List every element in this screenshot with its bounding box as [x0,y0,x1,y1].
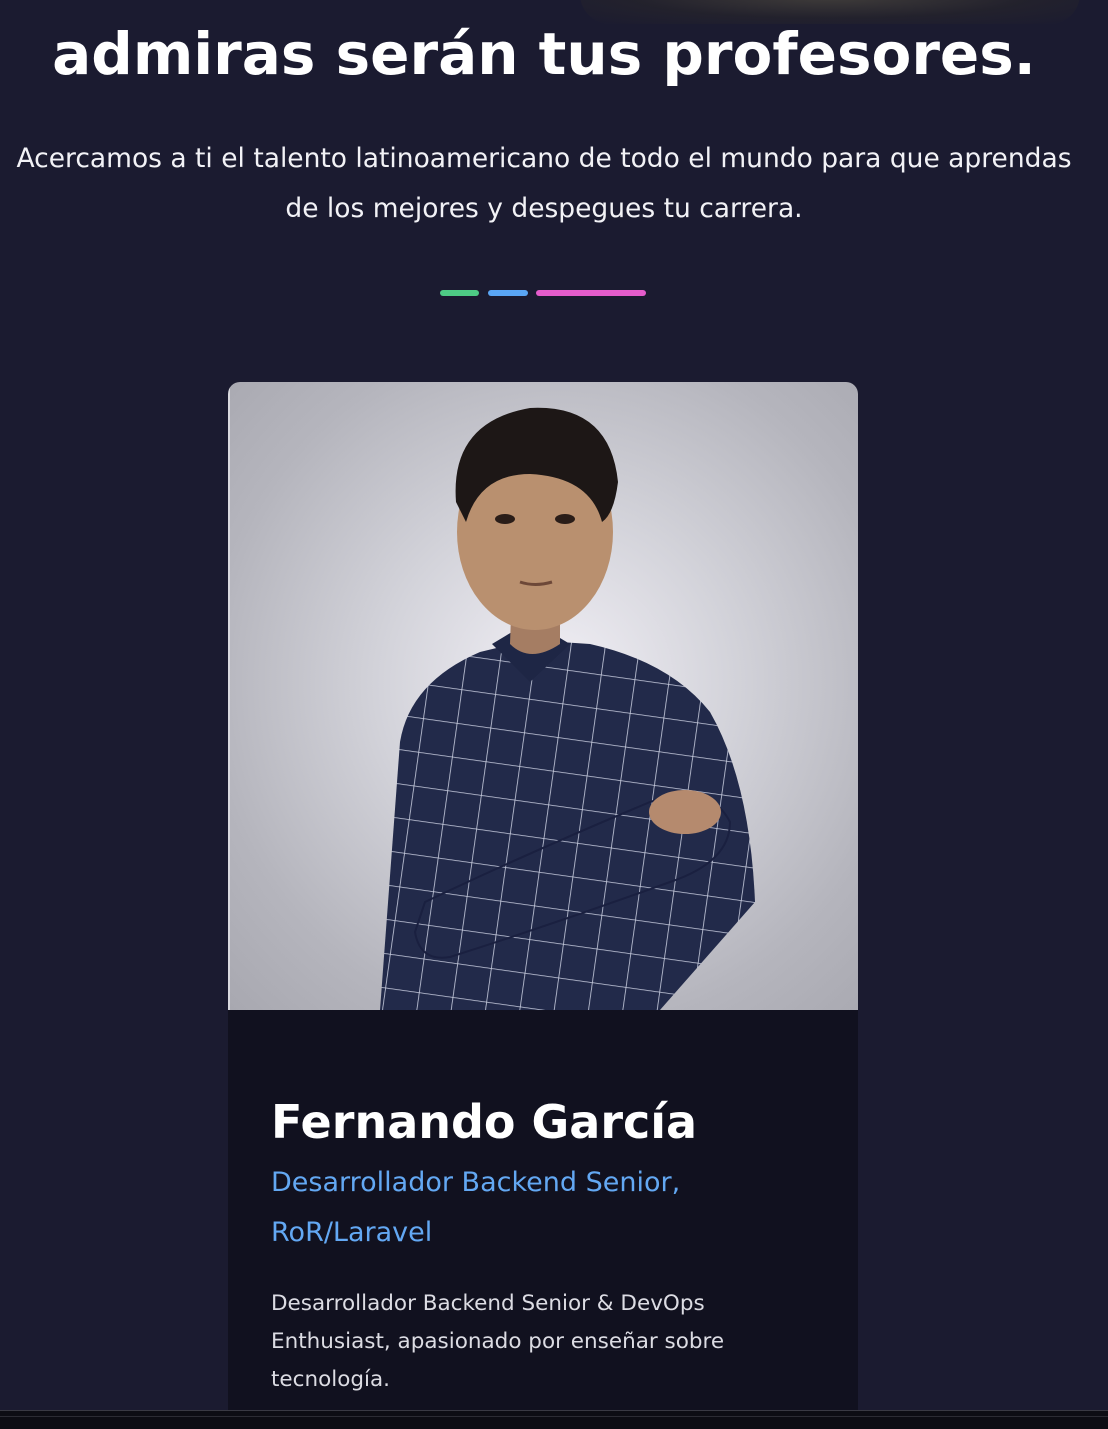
window-bottom-edge [0,1410,1108,1429]
divider-pink [536,290,646,296]
teacher-card-body: Fernando García Desarrollador Backend Se… [228,1010,858,1428]
section-subtitle: Acercamos a ti el talento latinoamerican… [16,143,1072,224]
teacher-card[interactable]: Fernando García Desarrollador Backend Se… [228,382,858,1428]
teacher-role: Desarrollador Backend Senior, RoR/Larave… [271,1167,681,1248]
teacher-name: Fernando García [271,1095,698,1149]
divider-green [440,290,479,296]
teacher-bio: Desarrollador Backend Senior & DevOps En… [271,1291,725,1392]
teacher-photo [228,382,858,1010]
section-headline: admiras serán tus profesores. [52,20,1036,88]
window-bottom-line [0,1416,1108,1417]
divider-blue [488,290,528,296]
